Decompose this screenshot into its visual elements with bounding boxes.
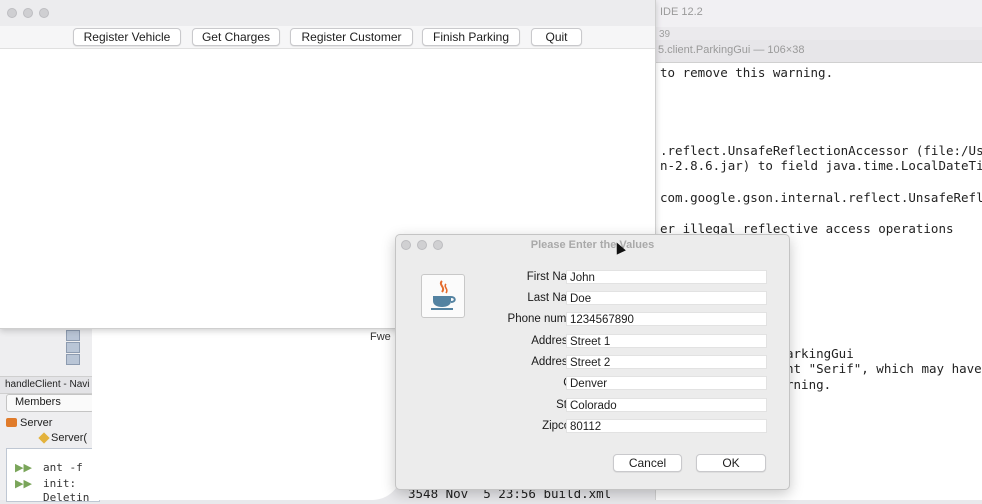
terminal-line: nt "Serif", which may have [786, 361, 982, 376]
obscured-region [92, 328, 402, 500]
terminal-line: rning. [786, 377, 832, 392]
get-charges-button[interactable]: Get Charges [192, 28, 280, 46]
dialog-title: Please Enter the Values [530, 239, 655, 251]
class-icon [6, 418, 17, 427]
code-fragment: Fwe [370, 331, 391, 343]
dialog-titlebar[interactable]: Please Enter the Values [396, 235, 789, 255]
run-arrow-icon[interactable]: ▶▶ [15, 477, 32, 490]
ide-left-panel: handleClient - Navi Members Server Serve… [0, 328, 100, 504]
output-line: ant -f [43, 461, 83, 474]
output-line: Deletin [43, 491, 90, 504]
run-arrow-icon[interactable]: ▶▶ [15, 461, 32, 474]
members-label: Members [15, 396, 61, 408]
quit-button[interactable]: Quit [531, 28, 582, 46]
phone-number-field[interactable]: 1234567890 [566, 312, 767, 326]
register-vehicle-button[interactable]: Register Vehicle [73, 28, 181, 46]
tree-label: Server [20, 417, 53, 429]
terminal-line: to remove this warning. [660, 65, 834, 80]
close-icon[interactable] [7, 8, 17, 18]
tree-item-server[interactable]: Server [6, 417, 52, 429]
terminal-line: .reflect.UnsafeReflectionAccessor (file:… [660, 143, 982, 158]
navigator-title: handleClient - Navi [5, 379, 90, 390]
state-field[interactable]: Colorado [566, 398, 767, 412]
terminal-line: n-2.8.6.jar) to field java.time.LocalDat… [660, 158, 982, 173]
terminal-title: 5.client.ParkingGui — 106×38 [658, 44, 805, 56]
finish-parking-button[interactable]: Finish Parking [422, 28, 520, 46]
minimize-icon[interactable] [23, 8, 33, 18]
tree-label: Server( [51, 432, 88, 444]
zipcode-field[interactable]: 80112 [566, 419, 767, 433]
output-line: init: [43, 477, 77, 490]
project-file-icon [66, 330, 80, 341]
project-file-icon [66, 354, 80, 365]
terminal-titlebar[interactable]: 5.client.ParkingGui — 106×38 [656, 40, 982, 63]
ide-title: IDE 12.2 [660, 6, 703, 18]
address-2-field[interactable]: Street 2 [566, 355, 767, 369]
main-titlebar[interactable] [0, 0, 655, 26]
tree-item-constructor[interactable]: Server( [38, 432, 88, 444]
cancel-button[interactable]: Cancel [613, 454, 682, 472]
java-coffee-cup-icon [421, 274, 465, 318]
members-dropdown[interactable]: Members [6, 394, 94, 412]
toolbar: Register Vehicle Get Charges Register Cu… [0, 26, 655, 49]
ok-button[interactable]: OK [696, 454, 766, 472]
last-name-field[interactable]: Doe [566, 291, 767, 305]
zoom-icon[interactable] [39, 8, 49, 18]
address-1-field[interactable]: Street 1 [566, 334, 767, 348]
terminal-line: com.google.gson.internal.reflect.UnsafeR… [660, 190, 982, 205]
terminal-line: arkingGui [786, 346, 854, 361]
navigator-header[interactable]: handleClient - Navi [0, 376, 98, 394]
enter-values-dialog[interactable]: Please Enter the Values First Name John … [395, 234, 790, 490]
output-panel[interactable]: ▶▶ ▶▶ ant -f init: Deletin [6, 448, 100, 504]
city-field[interactable]: Denver [566, 376, 767, 390]
ide-subtitle: 39 [659, 29, 671, 40]
register-customer-button[interactable]: Register Customer [290, 28, 413, 46]
project-file-icon [66, 342, 80, 353]
ide-window-titlebar: IDE 12.2 [655, 0, 982, 27]
constructor-icon [38, 432, 50, 444]
first-name-field[interactable]: John [566, 270, 767, 284]
ide-subtitle-bar: 39 [655, 27, 982, 41]
